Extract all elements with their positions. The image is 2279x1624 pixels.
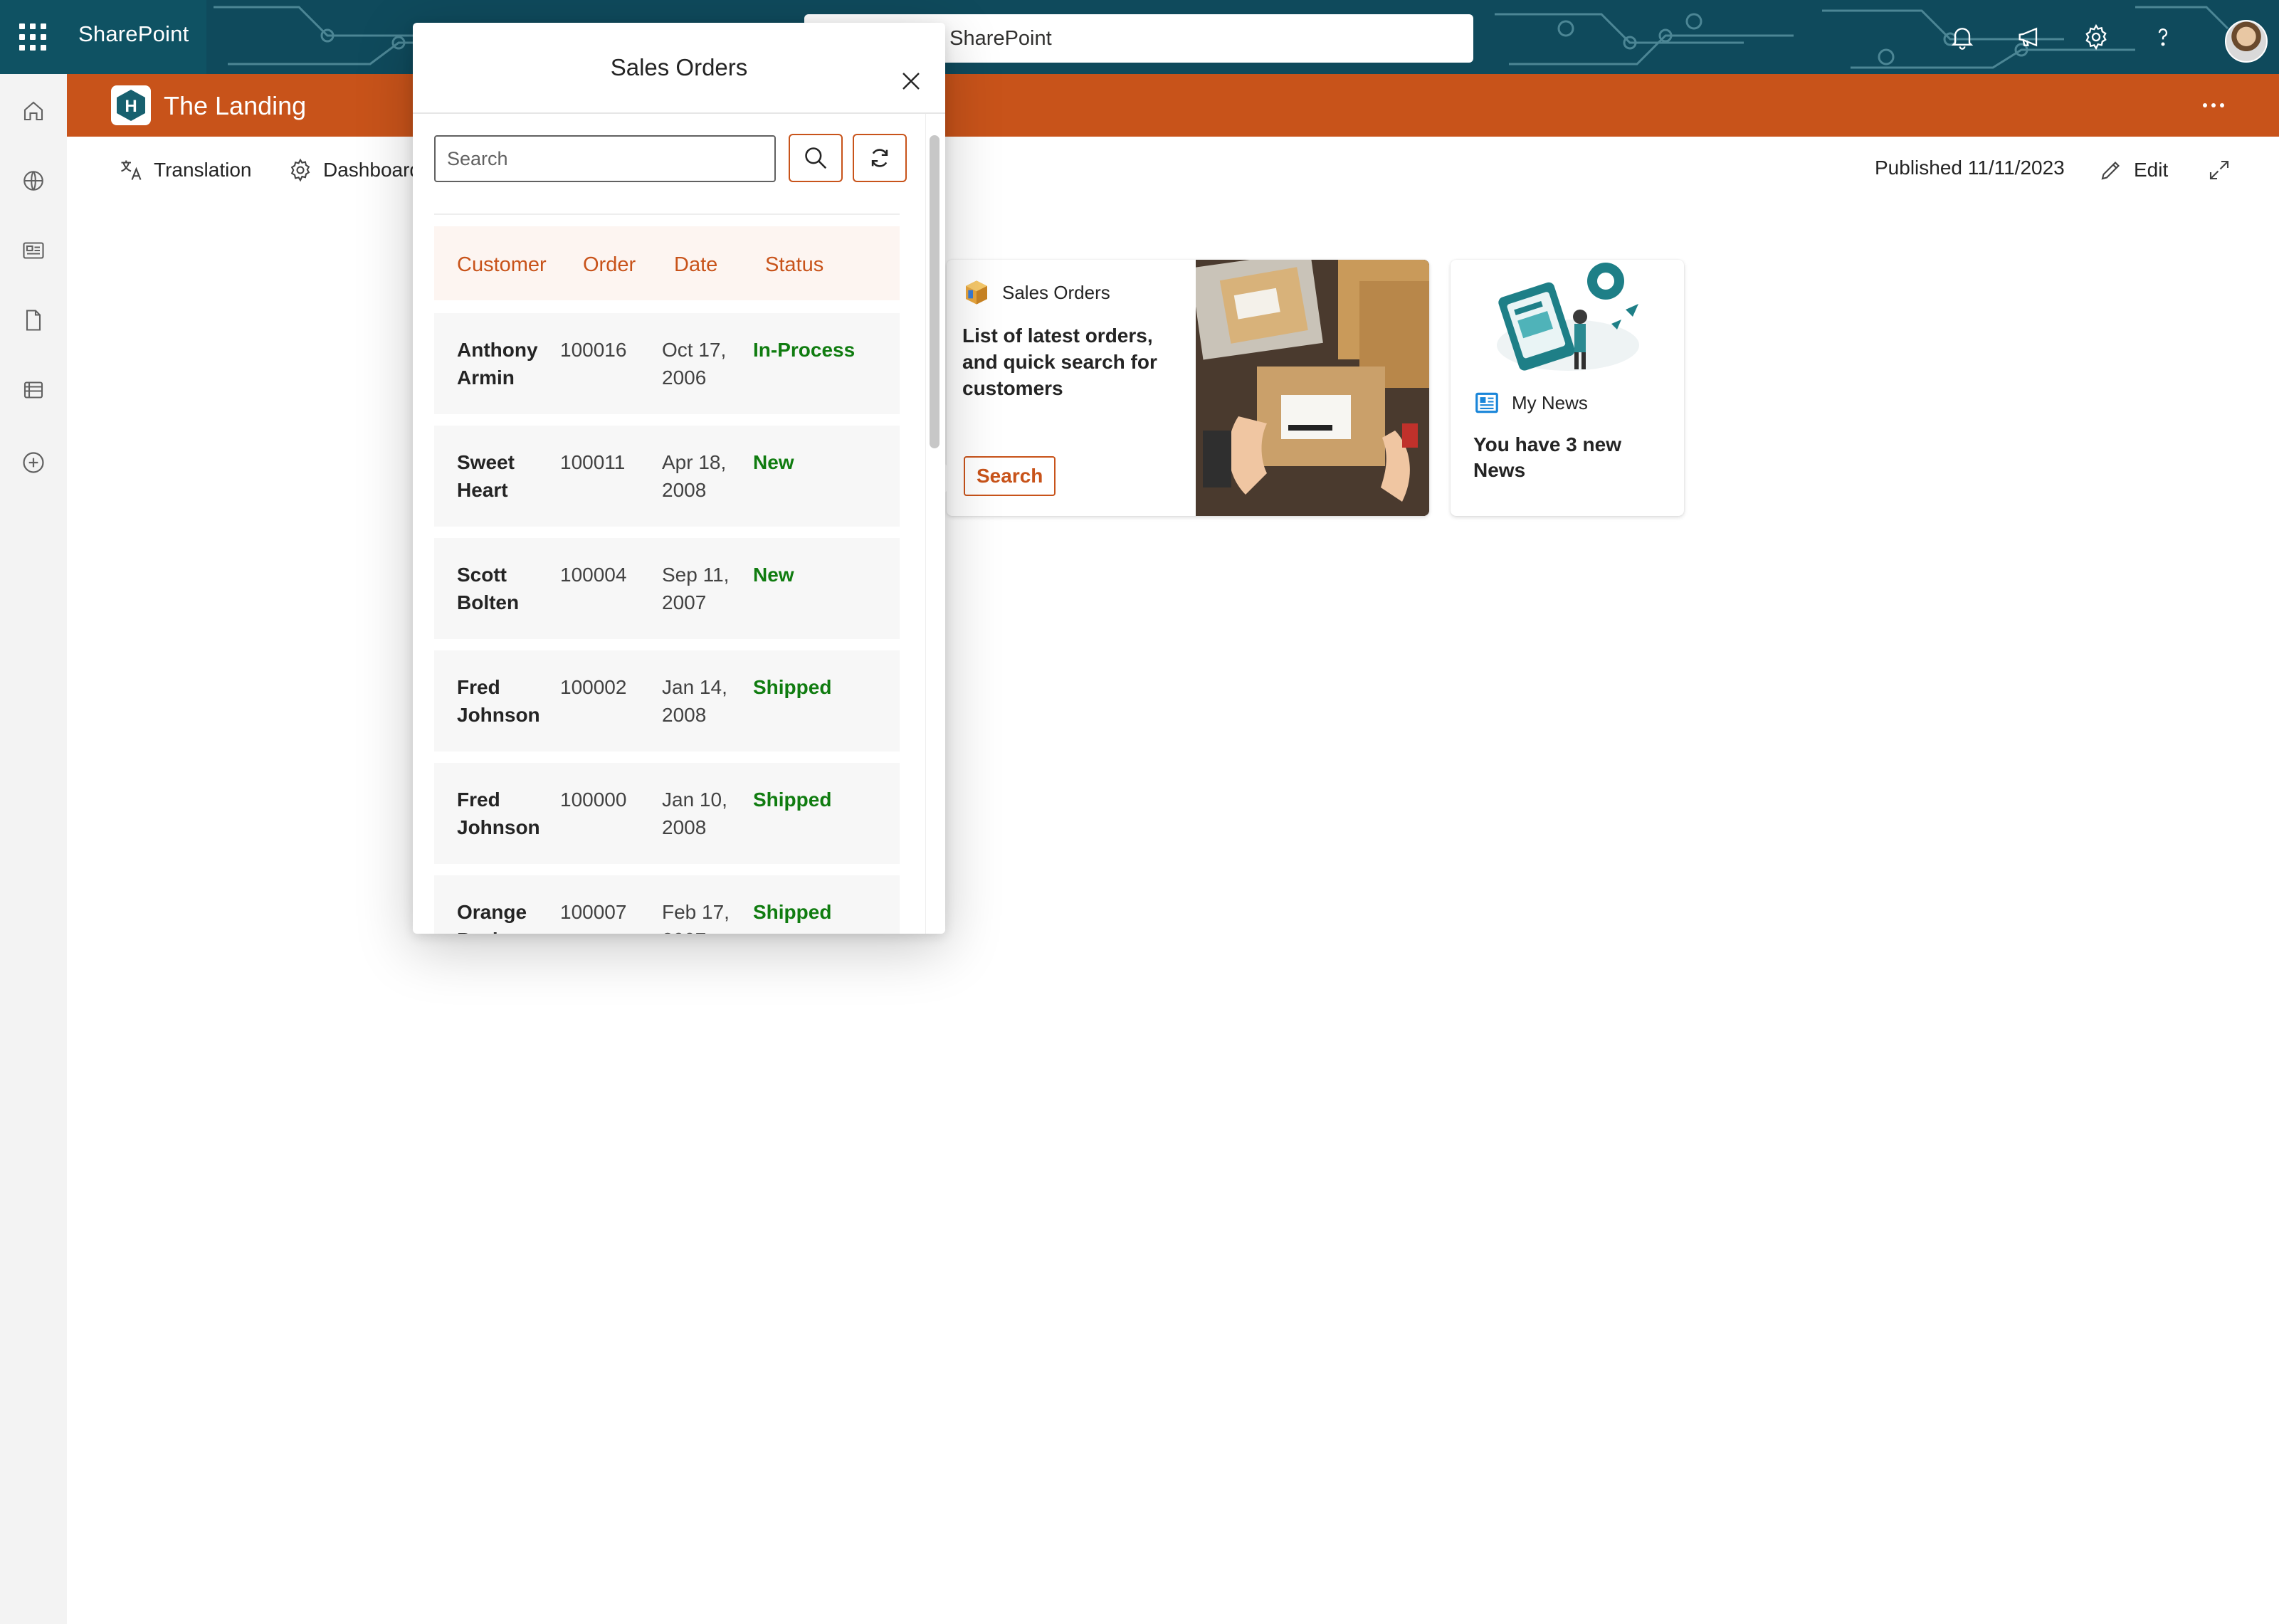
cell-customer: Sweet Heart bbox=[457, 451, 515, 501]
site-header: H The Landing bbox=[67, 74, 2279, 137]
table-row[interactable]: Anthony Armin 100016 Oct 17, 2006 In-Pro… bbox=[434, 313, 900, 414]
expand-icon bbox=[2209, 160, 2229, 180]
add-icon[interactable] bbox=[0, 434, 67, 491]
globe-icon[interactable] bbox=[0, 152, 67, 209]
bell-icon[interactable] bbox=[1929, 0, 1996, 74]
pencil-icon bbox=[2101, 162, 2120, 180]
close-button[interactable] bbox=[897, 67, 925, 95]
left-app-bar bbox=[0, 74, 67, 1624]
cell-status: In-Process bbox=[753, 339, 856, 361]
column-header-status[interactable]: Status bbox=[765, 253, 823, 277]
cell-customer: Anthony Armin bbox=[457, 339, 538, 389]
sales-card-description: List of latest orders, and quick search … bbox=[962, 325, 1157, 399]
scrollbar-thumb[interactable] bbox=[930, 135, 940, 448]
cell-customer: Fred Johnson bbox=[457, 789, 540, 838]
cell-customer: Orange Peel bbox=[457, 901, 527, 934]
cell-order: 100007 bbox=[560, 901, 627, 923]
cell-date: Sep 11, 2007 bbox=[662, 564, 730, 613]
search-button[interactable] bbox=[789, 134, 843, 182]
cell-date: Oct 17, 2006 bbox=[662, 339, 727, 389]
cell-customer: Scott Bolten bbox=[457, 564, 520, 613]
cell-status: New bbox=[753, 564, 794, 586]
cell-date: Jan 10, 2008 bbox=[662, 789, 727, 838]
settings-gear-icon bbox=[290, 158, 310, 182]
cell-date: Apr 18, 2008 bbox=[662, 451, 727, 501]
edit-label: Edit bbox=[2134, 159, 2169, 181]
sales-card-search-button[interactable]: Search bbox=[964, 456, 1056, 496]
hexagon-logo-icon: H bbox=[117, 90, 145, 121]
column-header-order[interactable]: Order bbox=[583, 253, 636, 277]
close-icon bbox=[902, 73, 920, 90]
global-search-text: n SharePoint bbox=[932, 26, 1052, 50]
package-icon bbox=[966, 280, 987, 305]
published-status: Published 11/11/2023 bbox=[1875, 157, 2065, 179]
news-card-description: You have 3 new News bbox=[1473, 433, 1621, 481]
more-icon bbox=[2203, 103, 2224, 107]
callout-pointer bbox=[944, 463, 959, 494]
search-icon bbox=[805, 147, 827, 169]
table-header: Customer Order Date Status bbox=[434, 226, 900, 300]
news-card-header: My News bbox=[1473, 389, 1588, 416]
table-row[interactable]: Orange Peel 100007 Feb 17, 2007 Shipped bbox=[434, 875, 900, 934]
panel-title: Sales Orders bbox=[610, 54, 748, 80]
cell-customer: Fred Johnson bbox=[457, 676, 540, 726]
cell-order: 100004 bbox=[560, 564, 627, 586]
translation-button[interactable]: Translation bbox=[118, 154, 251, 186]
table-row[interactable]: Fred Johnson 100002 Jan 14, 2008 Shipped bbox=[434, 650, 900, 752]
toolbar-divider bbox=[434, 213, 900, 215]
dashboard-label: Dashboard bbox=[323, 159, 421, 181]
cell-order: 100002 bbox=[560, 676, 627, 698]
site-logo-letter: H bbox=[125, 97, 137, 116]
cell-order: 100016 bbox=[560, 339, 627, 361]
column-header-date[interactable]: Date bbox=[674, 253, 717, 277]
edit-button[interactable]: Edit bbox=[2098, 154, 2168, 186]
avatar[interactable] bbox=[2225, 20, 2268, 63]
table-row[interactable]: Fred Johnson 100000 Jan 10, 2008 Shipped bbox=[434, 763, 900, 864]
table-row[interactable]: Sweet Heart 100011 Apr 18, 2008 New bbox=[434, 426, 900, 527]
sales-orders-panel: Sales Orders Customer Order Date Status … bbox=[413, 23, 945, 934]
sales-orders-card[interactable]: Sales Orders List of latest orders, and … bbox=[947, 260, 1429, 516]
megaphone-icon[interactable] bbox=[1996, 0, 2063, 74]
packages-photo bbox=[1196, 260, 1429, 516]
site-logo[interactable]: H bbox=[111, 85, 151, 125]
sales-card-title: Sales Orders bbox=[1002, 281, 1110, 303]
sales-card-header: Sales Orders bbox=[962, 278, 1110, 307]
refresh-button[interactable] bbox=[853, 134, 907, 182]
sales-card-image bbox=[1196, 260, 1429, 516]
document-icon[interactable] bbox=[0, 292, 67, 349]
refresh-icon bbox=[871, 149, 888, 167]
help-icon[interactable] bbox=[2130, 0, 2196, 74]
column-header-customer[interactable]: Customer bbox=[457, 253, 547, 277]
site-title[interactable]: The Landing bbox=[164, 91, 306, 121]
translate-icon bbox=[121, 160, 142, 180]
search-input[interactable] bbox=[434, 135, 776, 182]
app-name[interactable]: SharePoint bbox=[78, 21, 189, 47]
cell-status: Shipped bbox=[753, 789, 832, 811]
cell-date: Jan 14, 2008 bbox=[662, 676, 727, 726]
cell-status: New bbox=[753, 451, 794, 473]
home-icon[interactable] bbox=[0, 83, 67, 139]
gear-icon[interactable] bbox=[2063, 0, 2130, 74]
list-icon[interactable] bbox=[0, 362, 67, 418]
table-row[interactable]: Scott Bolten 100004 Sep 11, 2007 New bbox=[434, 538, 900, 639]
waffle-icon[interactable] bbox=[13, 16, 53, 58]
translation-label: Translation bbox=[154, 159, 252, 181]
my-news-card[interactable]: My News You have 3 new News bbox=[1451, 260, 1684, 516]
news-illustration bbox=[1497, 263, 1639, 371]
expand-button[interactable] bbox=[2206, 154, 2232, 186]
suite-bar: SharePoint n SharePoint bbox=[0, 0, 2279, 74]
news-icon bbox=[1475, 392, 1498, 413]
suite-bar-actions bbox=[1929, 0, 2196, 74]
news-icon[interactable] bbox=[0, 222, 67, 279]
cell-status: Shipped bbox=[753, 676, 832, 698]
cell-status: Shipped bbox=[753, 901, 832, 923]
cell-order: 100011 bbox=[560, 451, 626, 473]
cell-order: 100000 bbox=[560, 789, 627, 811]
dashboard-button[interactable]: Dashboard bbox=[288, 154, 421, 186]
panel-divider bbox=[413, 112, 945, 114]
site-more-button[interactable] bbox=[2195, 90, 2232, 121]
news-card-title: My News bbox=[1512, 391, 1588, 413]
cell-date: Feb 17, 2007 bbox=[662, 901, 730, 934]
